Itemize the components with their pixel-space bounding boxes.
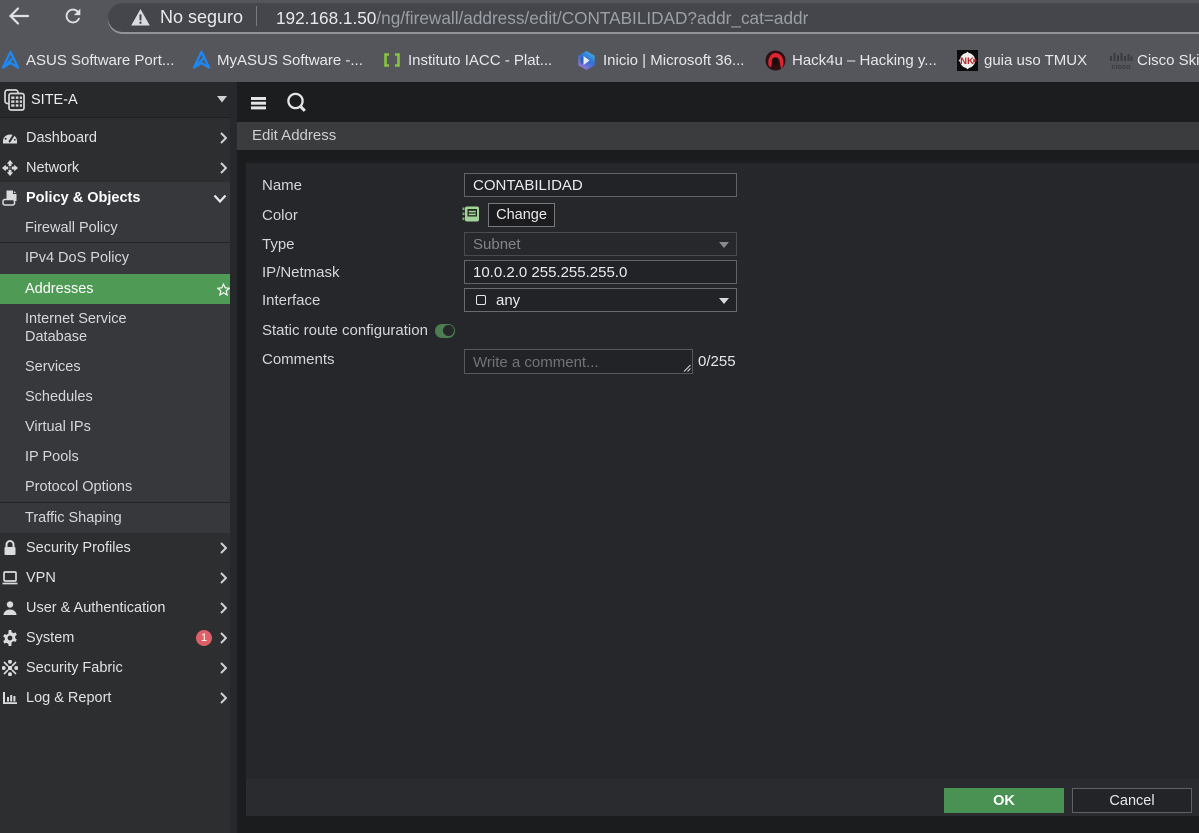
svg-text:NK: NK xyxy=(960,56,974,67)
svg-text:cisco: cisco xyxy=(1111,62,1131,71)
